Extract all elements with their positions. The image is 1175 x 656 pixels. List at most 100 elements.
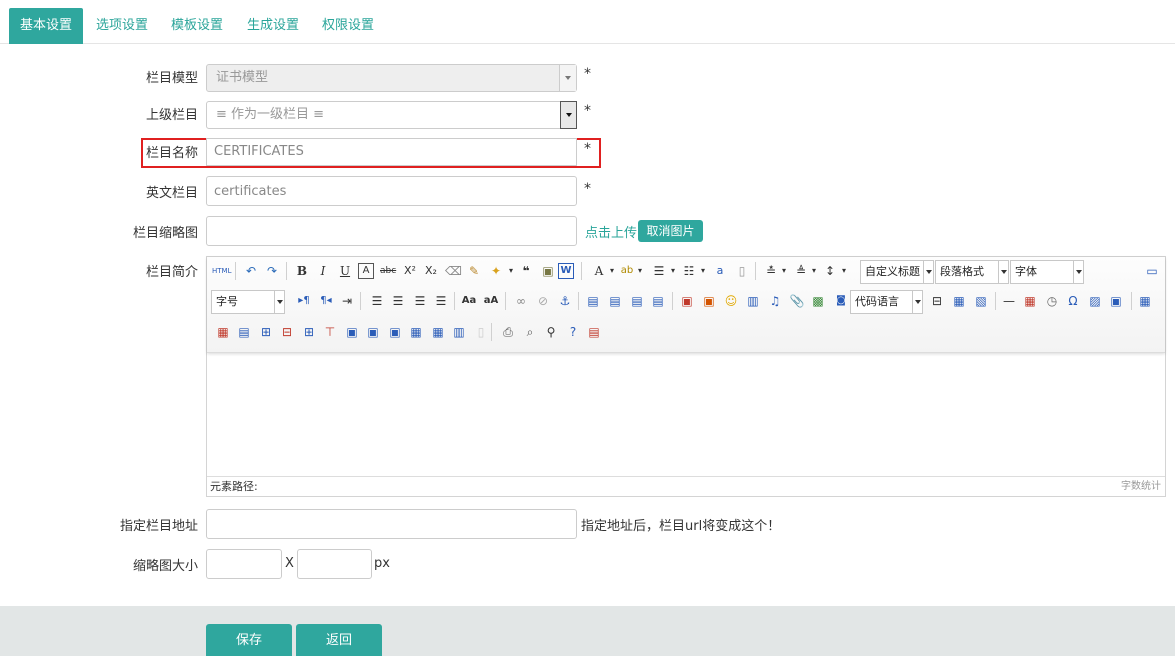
font-border-icon[interactable]: A (358, 263, 374, 279)
insert-col-icon[interactable]: ⊞ (301, 324, 317, 340)
print-icon[interactable]: ⎙ (500, 324, 516, 340)
help-icon[interactable]: ? (565, 324, 581, 340)
strikethrough-icon[interactable]: abc (380, 263, 396, 279)
undo-icon[interactable]: ↶ (243, 263, 259, 279)
template-icon[interactable]: ▦ (951, 293, 967, 309)
snapscreen-icon[interactable]: ▨ (1087, 293, 1103, 309)
chevron-down-icon[interactable]: ▾ (776, 263, 792, 279)
justify-left-icon[interactable]: ☰ (369, 293, 385, 309)
special-char-icon[interactable]: Ω (1065, 293, 1081, 309)
chevron-down-icon[interactable]: ▾ (836, 263, 852, 279)
merge-down-icon[interactable]: ▣ (387, 324, 403, 340)
insert-frame-icon[interactable]: ◙ (833, 293, 849, 309)
back-button[interactable]: 返回 (296, 624, 382, 656)
preview-icon[interactable]: ⌕ (522, 324, 538, 340)
page-break-icon[interactable]: ⊟ (929, 293, 945, 309)
delete-row-icon[interactable]: ⊟ (279, 324, 295, 340)
eraser-icon[interactable]: ⌫ (445, 263, 462, 279)
thumb-width-input[interactable] (206, 549, 282, 579)
upload-link[interactable]: 点击上传 (585, 222, 637, 241)
map-icon[interactable]: ▩ (810, 293, 826, 309)
paragraph-combo[interactable]: 段落格式 (935, 260, 1009, 284)
clear-doc-icon[interactable]: ▯ (734, 263, 750, 279)
anchor-icon[interactable]: ⚓ (557, 293, 573, 309)
url-input[interactable] (206, 509, 577, 539)
image-center-icon[interactable]: ▤ (650, 293, 666, 309)
tab-template-settings[interactable]: 模板设置 (160, 8, 234, 44)
chevron-down-icon[interactable]: ▾ (806, 263, 822, 279)
video-icon[interactable]: ▥ (745, 293, 761, 309)
redo-icon[interactable]: ↷ (264, 263, 280, 279)
subscript-icon[interactable]: X₂ (423, 263, 439, 279)
search-replace-icon[interactable]: ⚲ (543, 324, 559, 340)
italic-icon[interactable]: I (315, 263, 331, 279)
justify-full-icon[interactable]: ☰ (433, 293, 449, 309)
date-icon[interactable]: ▦ (1022, 293, 1038, 309)
bold-icon[interactable]: B (294, 263, 310, 279)
cancel-image-button[interactable]: 取消图片 (638, 220, 703, 242)
word-paste-icon[interactable]: W (558, 263, 574, 279)
lowercase-icon[interactable]: aA (483, 293, 499, 309)
parent-select[interactable]: ≡ 作为一级栏目 ≡ (206, 101, 577, 129)
html-source-icon[interactable]: HTML (212, 263, 231, 279)
emotion-icon[interactable]: ☺ (723, 293, 739, 309)
thumb-input[interactable] (206, 216, 577, 246)
superscript-icon[interactable]: X² (402, 263, 418, 279)
font-size-combo[interactable]: 字号 (211, 290, 285, 314)
unlink-icon[interactable]: ⊘ (535, 293, 551, 309)
justify-right-icon[interactable]: ☰ (412, 293, 428, 309)
image-right-icon[interactable]: ▤ (629, 293, 645, 309)
split-cols-icon[interactable]: ▥ (451, 324, 467, 340)
paste-plain-icon[interactable]: ▣ (540, 263, 556, 279)
blockquote-icon[interactable]: ❝ (518, 263, 534, 279)
tab-basic-settings[interactable]: 基本设置 (9, 8, 84, 44)
drafts-icon[interactable]: ▤ (586, 324, 602, 340)
tab-generate-settings[interactable]: 生成设置 (236, 8, 310, 44)
uppercase-icon[interactable]: Aa (461, 293, 477, 309)
delete-col-icon[interactable]: ⊤ (322, 324, 338, 340)
chevron-down-icon[interactable]: ▾ (604, 263, 620, 279)
english-input[interactable] (206, 176, 577, 206)
save-button[interactable]: 保存 (206, 624, 292, 656)
indent-icon[interactable]: ⇥ (339, 293, 355, 309)
time-icon[interactable]: ◷ (1044, 293, 1060, 309)
auto-format-icon[interactable]: ✦ (488, 263, 504, 279)
fullscreen-icon[interactable]: ▭ (1144, 263, 1160, 279)
split-rows-icon[interactable]: ▦ (430, 324, 446, 340)
delete-table-icon[interactable]: ▦ (215, 324, 231, 340)
chevron-down-icon[interactable] (560, 101, 577, 129)
tab-permission-settings[interactable]: 权限设置 (311, 8, 385, 44)
split-cells-icon[interactable]: ▦ (408, 324, 424, 340)
insert-row-icon[interactable]: ⊞ (258, 324, 274, 340)
word-image-icon[interactable]: ▣ (1108, 293, 1124, 309)
underline-icon[interactable]: U (337, 263, 353, 279)
image-none-icon[interactable]: ▤ (585, 293, 601, 309)
ltr-direction-icon[interactable]: ▸¶ (296, 293, 312, 309)
tab-option-settings[interactable]: 选项设置 (85, 8, 159, 44)
image-left-icon[interactable]: ▤ (607, 293, 623, 309)
merge-right-icon[interactable]: ▣ (365, 324, 381, 340)
background-icon[interactable]: ▧ (973, 293, 989, 309)
insert-paragraph-before-table-icon[interactable]: ▤ (236, 324, 252, 340)
select-all-icon[interactable]: a (712, 263, 728, 279)
chevron-down-icon[interactable]: ▾ (695, 263, 711, 279)
justify-center-icon[interactable]: ☰ (390, 293, 406, 309)
music-icon[interactable]: ♫ (767, 293, 783, 309)
chevron-down-icon[interactable]: ▾ (632, 263, 648, 279)
format-brush-icon[interactable]: ✎ (466, 263, 482, 279)
horizontal-rule-icon[interactable]: — (1001, 293, 1017, 309)
multi-image-icon[interactable]: ▣ (701, 293, 717, 309)
thumb-height-input[interactable] (297, 549, 372, 579)
font-family-combo[interactable]: 字体 (1010, 260, 1084, 284)
rtl-direction-icon[interactable]: ¶◂ (318, 293, 334, 309)
custom-title-combo[interactable]: 自定义标题 (860, 260, 934, 284)
insert-image-icon[interactable]: ▣ (679, 293, 695, 309)
insert-table-icon[interactable]: ▦ (1137, 293, 1153, 309)
name-input[interactable] (206, 138, 577, 166)
code-language-combo[interactable]: 代码语言 (850, 290, 923, 314)
attachment-icon[interactable]: 📎 (789, 293, 805, 309)
link-icon[interactable]: ∞ (513, 293, 529, 309)
chevron-down-icon[interactable]: ▾ (665, 263, 681, 279)
chevron-down-icon[interactable]: ▾ (503, 263, 519, 279)
merge-cells-icon[interactable]: ▣ (344, 324, 360, 340)
